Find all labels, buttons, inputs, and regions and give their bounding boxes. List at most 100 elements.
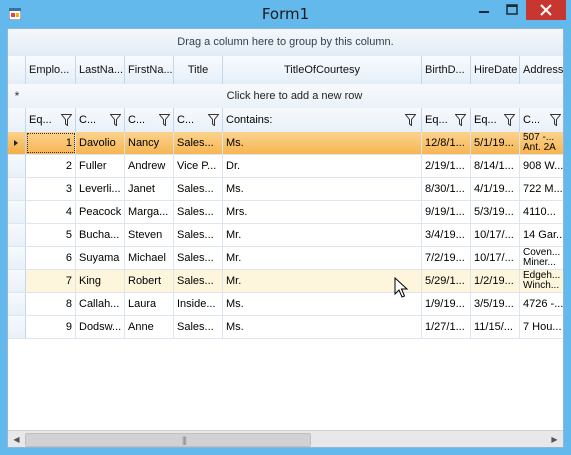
- cell-title[interactable]: Sales...: [174, 224, 223, 246]
- cell-hire-date[interactable]: 11/15/...: [471, 316, 520, 338]
- cell-employee-id[interactable]: 7: [26, 270, 76, 292]
- cell-address[interactable]: Coven... Miner...: [520, 247, 563, 269]
- filter-funnel-icon[interactable]: [159, 114, 170, 126]
- column-header-first-name[interactable]: FirstNa...: [125, 56, 174, 84]
- row-indicator[interactable]: [8, 178, 26, 200]
- column-header-birth-date[interactable]: BirthD...: [422, 56, 471, 84]
- table-row-selected[interactable]: 1 Davolio Nancy Sales... Ms. 12/8/1... 5/1/19.…: [8, 132, 563, 155]
- cell-birth-date[interactable]: 2/19/1...: [422, 155, 471, 177]
- column-header-hire-date[interactable]: HireDate: [471, 56, 520, 84]
- cell-first-name[interactable]: Laura: [125, 293, 174, 315]
- row-indicator[interactable]: [8, 316, 26, 338]
- filter-funnel-icon[interactable]: [455, 114, 466, 126]
- table-row[interactable]: 7 King Robert Sales... Mr. 5/29/1... 1/2/19...…: [8, 270, 563, 293]
- cell-birth-date[interactable]: 3/4/19...: [422, 224, 471, 246]
- cell-title[interactable]: Vice P...: [174, 155, 223, 177]
- cell-employee-id[interactable]: 1: [26, 132, 76, 154]
- cell-address[interactable]: 4110...: [520, 201, 563, 223]
- scrollbar-thumb[interactable]: |||: [25, 433, 311, 447]
- column-header-address[interactable]: Address: [520, 56, 563, 84]
- group-by-panel[interactable]: Drag a column here to group by this colu…: [8, 29, 563, 57]
- cell-last-name[interactable]: Peacock: [76, 201, 125, 223]
- cell-first-name[interactable]: Janet: [125, 178, 174, 200]
- cell-first-name[interactable]: Robert: [125, 270, 174, 292]
- table-row[interactable]: 6 Suyama Michael Sales... Mr. 7/2/19... 10/17/…: [8, 247, 563, 270]
- cell-last-name[interactable]: Dodsw...: [76, 316, 125, 338]
- cell-title-of-courtesy[interactable]: Ms.: [223, 178, 422, 200]
- cell-last-name[interactable]: King: [76, 270, 125, 292]
- cell-hire-date[interactable]: 4/1/19...: [471, 178, 520, 200]
- cell-address[interactable]: 4726 -...: [520, 293, 563, 315]
- cell-employee-id[interactable]: 4: [26, 201, 76, 223]
- row-indicator[interactable]: [8, 247, 26, 269]
- row-indicator[interactable]: [8, 224, 26, 246]
- filter-funnel-icon[interactable]: [208, 114, 219, 126]
- row-indicator[interactable]: [8, 155, 26, 177]
- cell-last-name[interactable]: Callah...: [76, 293, 125, 315]
- maximize-button[interactable]: [498, 0, 526, 20]
- filter-funnel-icon[interactable]: [550, 114, 561, 126]
- cell-employee-id[interactable]: 2: [26, 155, 76, 177]
- cell-employee-id[interactable]: 5: [26, 224, 76, 246]
- table-row[interactable]: 9 Dodsw... Anne Sales... Ms. 1/27/1... 11/15/.…: [8, 316, 563, 339]
- filter-funnel-icon[interactable]: [110, 114, 121, 126]
- cell-last-name[interactable]: Fuller: [76, 155, 125, 177]
- cell-first-name[interactable]: Marga...: [125, 201, 174, 223]
- row-indicator[interactable]: [8, 270, 26, 292]
- cell-title-of-courtesy[interactable]: Ms.: [223, 132, 422, 154]
- column-header-employee-id[interactable]: Emplo...: [26, 56, 76, 84]
- cell-hire-date[interactable]: 10/17/...: [471, 224, 520, 246]
- cell-birth-date[interactable]: 9/19/1...: [422, 201, 471, 223]
- cell-title-of-courtesy[interactable]: Mrs.: [223, 201, 422, 223]
- cell-last-name[interactable]: Davolio: [76, 132, 125, 154]
- cell-first-name[interactable]: Nancy: [125, 132, 174, 154]
- cell-first-name[interactable]: Andrew: [125, 155, 174, 177]
- cell-hire-date[interactable]: 5/3/19...: [471, 201, 520, 223]
- cell-employee-id[interactable]: 6: [26, 247, 76, 269]
- cell-title-of-courtesy[interactable]: Ms.: [223, 293, 422, 315]
- horizontal-scrollbar[interactable]: ◀ ||| ▶: [8, 430, 563, 447]
- cell-title-of-courtesy[interactable]: Mr.: [223, 224, 422, 246]
- table-row[interactable]: 3 Leverli... Janet Sales... Ms. 8/30/1... 4/1/…: [8, 178, 563, 201]
- column-header-last-name[interactable]: LastNa...: [76, 56, 125, 84]
- cell-first-name[interactable]: Steven: [125, 224, 174, 246]
- cell-title-of-courtesy[interactable]: Mr.: [223, 270, 422, 292]
- cell-employee-id[interactable]: 3: [26, 178, 76, 200]
- filter-funnel-icon[interactable]: [61, 114, 72, 126]
- cell-birth-date[interactable]: 1/9/19...: [422, 293, 471, 315]
- table-row[interactable]: 4 Peacock Marga... Sales... Mrs. 9/19/1... 5/3…: [8, 201, 563, 224]
- cell-hire-date[interactable]: 8/14/1...: [471, 155, 520, 177]
- table-row[interactable]: 2 Fuller Andrew Vice P... Dr. 2/19/1... 8/14/1…: [8, 155, 563, 178]
- scroll-right-icon[interactable]: ▶: [546, 431, 563, 447]
- cell-address[interactable]: 7 Hou...: [520, 316, 563, 338]
- cell-title[interactable]: Sales...: [174, 178, 223, 200]
- cell-employee-id[interactable]: 9: [26, 316, 76, 338]
- row-indicator[interactable]: [8, 293, 26, 315]
- title-bar[interactable]: Form1: [0, 0, 571, 28]
- table-row[interactable]: 8 Callah... Laura Inside... Ms. 1/9/19... 3/5/…: [8, 293, 563, 316]
- cell-title-of-courtesy[interactable]: Dr.: [223, 155, 422, 177]
- cell-hire-date[interactable]: 3/5/19...: [471, 293, 520, 315]
- cell-address[interactable]: 722 M...: [520, 178, 563, 200]
- column-header-title-of-courtesy[interactable]: TitleOfCourtesy: [223, 56, 422, 84]
- minimize-button[interactable]: [470, 0, 498, 20]
- cell-hire-date[interactable]: 1/2/19...: [471, 270, 520, 292]
- cell-birth-date[interactable]: 1/27/1...: [422, 316, 471, 338]
- cell-title[interactable]: Sales...: [174, 132, 223, 154]
- column-header-title[interactable]: Title: [174, 56, 223, 84]
- cell-employee-id[interactable]: 8: [26, 293, 76, 315]
- scroll-left-icon[interactable]: ◀: [8, 431, 25, 447]
- cell-title[interactable]: Sales...: [174, 201, 223, 223]
- table-row[interactable]: 5 Bucha... Steven Sales... Mr. 3/4/19... 10/17…: [8, 224, 563, 247]
- cell-first-name[interactable]: Michael: [125, 247, 174, 269]
- cell-birth-date[interactable]: 5/29/1...: [422, 270, 471, 292]
- close-button[interactable]: [526, 0, 566, 20]
- cell-address[interactable]: 507 -... Ant. 2A: [520, 132, 563, 154]
- cell-first-name[interactable]: Anne: [125, 316, 174, 338]
- cell-title-of-courtesy[interactable]: Ms.: [223, 316, 422, 338]
- cell-title[interactable]: Sales...: [174, 316, 223, 338]
- cell-address[interactable]: 908 W...: [520, 155, 563, 177]
- filter-cell-title-of-courtesy[interactable]: Contains:: [223, 108, 422, 132]
- cell-hire-date[interactable]: 5/1/19...: [471, 132, 520, 154]
- cell-last-name[interactable]: Leverli...: [76, 178, 125, 200]
